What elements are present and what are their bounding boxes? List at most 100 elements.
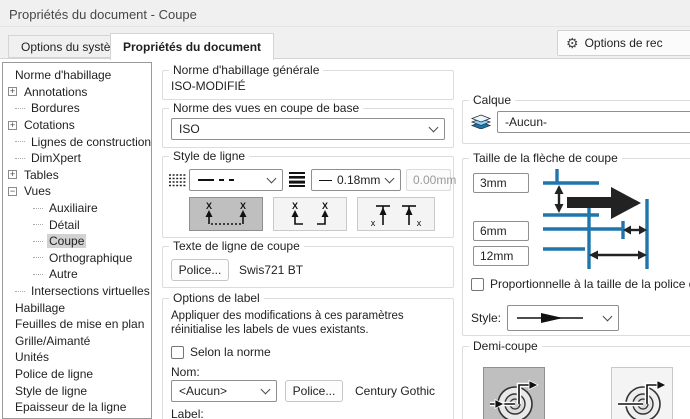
custom-thickness-value: 0.00mm — [413, 173, 456, 187]
section-line-ends-icon: X X — [281, 199, 339, 229]
tab-document-properties[interactable]: Propriétés du document — [110, 33, 274, 60]
half-section-left-button[interactable] — [483, 367, 545, 419]
tree-branch-line — [15, 158, 25, 159]
label-name-select[interactable]: <Aucun> — [171, 380, 277, 402]
standards-tree[interactable]: Norme d'habillage + Annotations Bordures + Co… — [2, 62, 152, 419]
arrow-style-select[interactable] — [507, 305, 619, 331]
tree-item-label: DimXpert — [29, 151, 83, 165]
svg-text:X: X — [292, 201, 298, 211]
tree-item-bordures[interactable]: Bordures — [3, 100, 151, 117]
tree-item-habillage[interactable]: Habillage — [3, 299, 151, 316]
tree-item-autre[interactable]: Autre — [3, 266, 151, 283]
tree-item-auxiliaire[interactable]: Auxiliaire — [3, 200, 151, 217]
tree-item-lignes-de-construction[interactable]: Lignes de construction/ — [3, 133, 151, 150]
section-line-text-title: Texte de ligne de coupe — [169, 239, 304, 253]
tree-item-label: Intersections virtuelles — [29, 284, 152, 298]
tree-item-label: Style de ligne — [13, 384, 89, 398]
proportional-label: Proportionnelle à la taille de la police… — [490, 277, 690, 291]
tree-item-label: Police de ligne — [13, 367, 95, 381]
arrow-size-12mm-field[interactable]: 12mm — [473, 246, 529, 266]
tree-item-label: Bordures — [29, 101, 82, 115]
chevron-down-icon — [429, 123, 439, 133]
base-section-standard-group: Norme des vues en coupe de base ISO — [162, 108, 454, 148]
section-text-font-button-label: Police... — [179, 263, 222, 277]
tree-branch-line — [33, 241, 43, 242]
tree-item-cotations[interactable]: + Cotations — [3, 117, 151, 134]
tree-item-orthographique[interactable]: Orthographique — [3, 250, 151, 267]
custom-thickness-field[interactable]: 0.00mm — [406, 169, 451, 191]
layer-title: Calque — [469, 93, 515, 107]
label-font-button[interactable]: Police... — [285, 380, 343, 402]
section-text-font-name: Swis721 BT — [239, 263, 303, 277]
tree-item-dimxpert[interactable]: DimXpert — [3, 150, 151, 167]
collapse-icon[interactable]: − — [8, 187, 17, 196]
section-line-connected-icon: X X — [197, 199, 255, 229]
section-line-style-connected-button[interactable]: X X — [189, 197, 263, 231]
tree-item-label: Autre — [47, 267, 80, 281]
tree-branch-line — [15, 108, 25, 109]
tree-item-label: Unités — [13, 350, 51, 364]
dash-pattern-icon — [197, 176, 253, 184]
tree-item-label: Lignes de construction/ — [29, 135, 152, 149]
tree-item-coupe[interactable]: Coupe — [3, 233, 151, 250]
tree-item-label: Cotations — [22, 118, 77, 132]
base-section-standard-value: ISO — [179, 122, 430, 136]
tree-item-unit-s[interactable]: Unités — [3, 349, 151, 366]
tree-item-label: Grille/Aimanté — [13, 334, 92, 348]
base-section-standard-select[interactable]: ISO — [171, 118, 445, 140]
svg-text:X: X — [322, 201, 328, 211]
tree-item-annotations[interactable]: + Annotations — [3, 84, 151, 101]
arrow-size-3mm-field[interactable]: 3mm — [473, 173, 529, 193]
tree-item-label: Habillage — [13, 301, 67, 315]
section-line-style-ends-button[interactable]: X X — [273, 197, 347, 231]
tree-item-grille-aimant[interactable]: Grille/Aimanté — [3, 333, 151, 350]
label-options-group: Options de label Appliquer des modificat… — [162, 298, 454, 419]
tree-item-tables[interactable]: + Tables — [3, 167, 151, 184]
proportional-checkbox[interactable] — [471, 278, 484, 291]
per-standard-checkbox-row[interactable]: Selon la norme — [171, 345, 271, 359]
name-label: Nom: — [171, 365, 200, 379]
search-options-label: Options de rec — [585, 36, 663, 50]
line-thickness-icon — [289, 172, 305, 187]
general-standard-value: ISO-MODIFIÉ — [171, 79, 246, 93]
tree-branch-line — [15, 291, 25, 292]
tree-item-label: Auxiliaire — [47, 201, 100, 215]
section-arrow-size-group: Taille de la flèche de coupe 3mm6mm12mm — [462, 158, 690, 336]
tree-item-police-de-ligne[interactable]: Police de ligne — [3, 366, 151, 383]
general-standard-group: Norme d'habillage générale ISO-MODIFIÉ — [162, 70, 454, 100]
half-section-right-button[interactable] — [611, 367, 673, 419]
tree-item-label: Annotations — [22, 85, 89, 99]
tree-item-epaisseur-de-la-ligne[interactable]: Epaisseur de la ligne — [3, 399, 151, 416]
layer-select[interactable]: -Aucun- — [497, 111, 690, 133]
tree-item-label: Tables — [22, 168, 61, 182]
title-separator — [0, 26, 690, 27]
tree-item-style-de-ligne[interactable]: Style de ligne — [3, 382, 151, 399]
section-line-text-group: Texte de ligne de coupe Police... Swis72… — [162, 246, 454, 288]
tree-item-intersections-virtuelles[interactable]: Intersections virtuelles — [3, 283, 151, 300]
proportional-checkbox-row[interactable]: Proportionnelle à la taille de la police… — [471, 277, 690, 291]
tree-item-feuilles-de-mise-en-plan[interactable]: Feuilles de mise en plan — [3, 316, 151, 333]
tree-item-vues[interactable]: −Vues — [3, 183, 151, 200]
expand-icon[interactable]: + — [8, 170, 17, 179]
line-dash-style-select[interactable] — [189, 169, 283, 191]
layer-group: Calque -Aucun- — [462, 100, 690, 144]
tab-document-properties-label: Propriétés du document — [123, 40, 261, 54]
svg-text:X: X — [240, 201, 246, 211]
per-standard-checkbox[interactable] — [171, 346, 184, 359]
line-style-group: Style de ligne 0.18mm 0.00mm — [162, 156, 454, 238]
general-standard-title: Norme d'habillage générale — [169, 63, 323, 77]
tree-item-d-tail[interactable]: Détail — [3, 216, 151, 233]
expand-icon[interactable]: + — [8, 87, 17, 96]
section-arrow-size-title: Taille de la flèche de coupe — [469, 151, 622, 165]
half-section-group: Demi-coupe — [462, 346, 690, 419]
line-thickness-value: 0.18mm — [337, 173, 386, 187]
tree-item-norme-d-habillage[interactable]: Norme d'habillage — [3, 67, 151, 84]
section-text-font-button[interactable]: Police... — [171, 259, 229, 281]
line-thickness-select[interactable]: 0.18mm — [311, 169, 401, 191]
label-font-button-label: Police... — [293, 384, 336, 398]
expand-icon[interactable]: + — [8, 121, 17, 130]
search-options-button[interactable]: ⚙ Options de rec — [557, 30, 690, 56]
section-line-style-perpendicular-button[interactable]: x x — [357, 197, 435, 231]
tree-item-label: Coupe — [47, 234, 86, 248]
arrow-size-6mm-field[interactable]: 6mm — [473, 221, 529, 241]
